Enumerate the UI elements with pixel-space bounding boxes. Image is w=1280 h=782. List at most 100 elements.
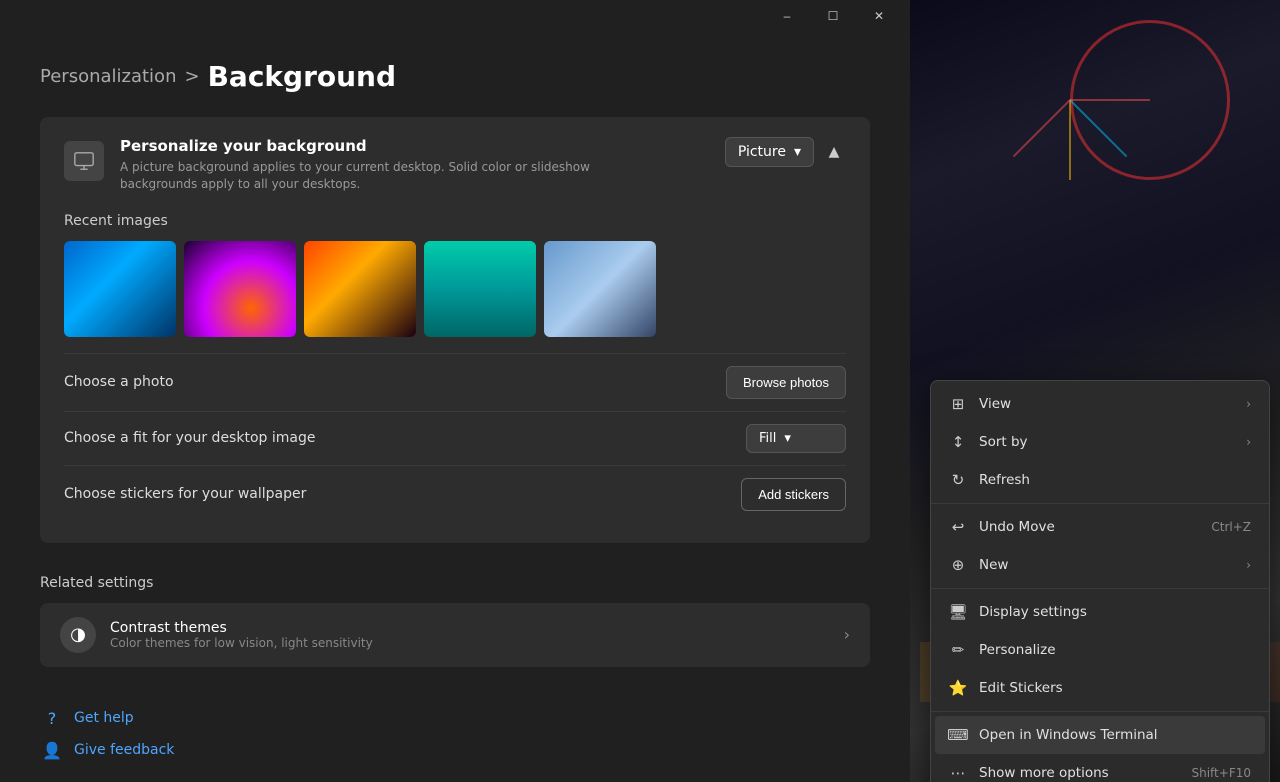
choose-photo-row: Choose a photo Browse photos xyxy=(64,353,846,411)
new-chevron-right-icon: › xyxy=(1246,558,1251,572)
recent-image-2[interactable] xyxy=(184,241,296,337)
ctx-terminal-left: ⌨ Open in Windows Terminal xyxy=(949,726,1158,744)
ferris-wheel-ring xyxy=(1070,20,1230,180)
spoke-1 xyxy=(1070,99,1150,101)
related-settings-card: ◑ Contrast themes Color themes for low v… xyxy=(40,603,870,667)
choose-fit-label: Choose a fit for your desktop image xyxy=(64,430,315,446)
ctx-refresh-label: Refresh xyxy=(979,472,1030,488)
ctx-more-label: Show more options xyxy=(979,765,1109,781)
context-menu-item-undo-move[interactable]: ↩ Undo Move Ctrl+Z xyxy=(935,508,1265,546)
ctx-personalize-label: Personalize xyxy=(979,642,1056,658)
ctx-undo-left: ↩ Undo Move xyxy=(949,518,1055,536)
context-menu-item-view[interactable]: ⊞ View › xyxy=(935,385,1265,423)
ctx-undo-label: Undo Move xyxy=(979,519,1055,535)
sort-by-icon: ↕ xyxy=(949,433,967,451)
ctx-more-left: ⋯ Show more options xyxy=(949,764,1109,782)
edit-stickers-icon: ⭐ xyxy=(949,679,967,697)
ctx-divider-2 xyxy=(931,588,1269,589)
ctx-edit-stickers-label: Edit Stickers xyxy=(979,680,1063,696)
contrast-themes-desc: Color themes for low vision, light sensi… xyxy=(110,636,373,650)
sort-chevron-right-icon: › xyxy=(1246,435,1251,449)
recent-image-1[interactable] xyxy=(64,241,176,337)
ctx-view-label: View xyxy=(979,396,1011,412)
context-menu-item-edit-stickers[interactable]: ⭐ Edit Stickers xyxy=(935,669,1265,707)
personalize-right: Picture ▾ ▲ xyxy=(725,137,846,167)
new-icon: ⊕ xyxy=(949,556,967,574)
spoke-2 xyxy=(1069,99,1127,157)
ctx-more-shortcut: Shift+F10 xyxy=(1191,766,1251,780)
choose-photo-label: Choose a photo xyxy=(64,374,174,390)
ctx-divider-1 xyxy=(931,503,1269,504)
give-feedback-label: Give feedback xyxy=(74,742,174,758)
context-menu-item-personalize[interactable]: ✏ Personalize xyxy=(935,631,1265,669)
related-settings-title: Related settings xyxy=(40,575,870,591)
ctx-more-right: Shift+F10 xyxy=(1191,766,1251,780)
ctx-divider-3 xyxy=(931,711,1269,712)
ctx-sort-right: › xyxy=(1246,435,1251,449)
breadcrumb-parent[interactable]: Personalization xyxy=(40,66,176,87)
ctx-undo-shortcut: Ctrl+Z xyxy=(1211,520,1251,534)
ctx-undo-right: Ctrl+Z xyxy=(1211,520,1251,534)
close-button[interactable]: ✕ xyxy=(856,0,902,32)
breadcrumb-separator: > xyxy=(184,66,199,87)
choose-stickers-row: Choose stickers for your wallpaper Add s… xyxy=(64,465,846,523)
recent-image-3[interactable] xyxy=(304,241,416,337)
personalize-header: Personalize your background A picture ba… xyxy=(64,137,846,193)
view-chevron-right-icon: › xyxy=(1246,397,1251,411)
maximize-button[interactable]: ☐ xyxy=(810,0,856,32)
choose-fit-row: Choose a fit for your desktop image Fill… xyxy=(64,411,846,465)
breadcrumb: Personalization > Background xyxy=(40,60,870,93)
spoke-3 xyxy=(1069,100,1071,180)
give-feedback-icon: 👤 xyxy=(40,738,64,762)
background-type-value: Picture xyxy=(738,144,786,160)
ferris-wheel xyxy=(1060,10,1260,210)
personalize-icon: ✏ xyxy=(949,641,967,659)
ctx-view-left: ⊞ View xyxy=(949,395,1011,413)
ctx-new-left: ⊕ New xyxy=(949,556,1008,574)
ctx-view-right: › xyxy=(1246,397,1251,411)
terminal-icon: ⌨ xyxy=(949,726,967,744)
desktop-background: ⊞ View › ↕ Sort by › ↻ Refresh xyxy=(910,0,1280,782)
personalize-text: Personalize your background A picture ba… xyxy=(120,137,660,193)
ctx-display-left: 🖥 Display settings xyxy=(949,603,1087,621)
fit-dropdown[interactable]: Fill ▾ xyxy=(746,424,846,453)
personalize-left: Personalize your background A picture ba… xyxy=(64,137,660,193)
minimize-button[interactable]: – xyxy=(764,0,810,32)
recent-image-5[interactable] xyxy=(544,241,656,337)
ctx-sort-left: ↕ Sort by xyxy=(949,433,1028,451)
view-icon: ⊞ xyxy=(949,395,967,413)
ctx-new-label: New xyxy=(979,557,1008,573)
bottom-links: ? Get help 👤 Give feedback xyxy=(40,706,174,762)
context-menu-item-show-more-options[interactable]: ⋯ Show more options Shift+F10 xyxy=(935,754,1265,782)
recent-image-4[interactable] xyxy=(424,241,536,337)
ctx-new-right: › xyxy=(1246,558,1251,572)
show-more-options-icon: ⋯ xyxy=(949,764,967,782)
get-help-link[interactable]: ? Get help xyxy=(40,706,174,730)
add-stickers-button[interactable]: Add stickers xyxy=(741,478,846,511)
undo-move-icon: ↩ xyxy=(949,518,967,536)
ctx-refresh-left: ↻ Refresh xyxy=(949,471,1030,489)
ctx-terminal-label: Open in Windows Terminal xyxy=(979,727,1158,743)
contrast-themes-left: ◑ Contrast themes Color themes for low v… xyxy=(60,617,373,653)
settings-panel: – ☐ ✕ Personalization > Background Perso… xyxy=(0,0,910,782)
context-menu-item-new[interactable]: ⊕ New › xyxy=(935,546,1265,584)
context-menu-item-open-terminal[interactable]: ⌨ Open in Windows Terminal xyxy=(935,716,1265,754)
ctx-edit-stickers-left: ⭐ Edit Stickers xyxy=(949,679,1063,697)
ctx-sort-label: Sort by xyxy=(979,434,1028,450)
ctx-display-label: Display settings xyxy=(979,604,1087,620)
context-menu-item-display-settings[interactable]: 🖥 Display settings xyxy=(935,593,1265,631)
breadcrumb-current: Background xyxy=(208,60,396,93)
choose-stickers-label: Choose stickers for your wallpaper xyxy=(64,486,306,502)
recent-images-label: Recent images xyxy=(64,213,846,229)
background-type-dropdown[interactable]: Picture ▾ xyxy=(725,137,814,167)
collapse-chevron-up-icon[interactable]: ▲ xyxy=(822,140,846,164)
contrast-themes-item[interactable]: ◑ Contrast themes Color themes for low v… xyxy=(60,603,850,667)
spoke-4 xyxy=(1013,99,1071,157)
context-menu-item-sort-by[interactable]: ↕ Sort by › xyxy=(935,423,1265,461)
title-bar: – ☐ ✕ xyxy=(0,0,910,32)
personalize-title: Personalize your background xyxy=(120,137,660,155)
give-feedback-link[interactable]: 👤 Give feedback xyxy=(40,738,174,762)
context-menu-item-refresh[interactable]: ↻ Refresh xyxy=(935,461,1265,499)
browse-photos-button[interactable]: Browse photos xyxy=(726,366,846,399)
contrast-themes-title: Contrast themes xyxy=(110,620,373,636)
